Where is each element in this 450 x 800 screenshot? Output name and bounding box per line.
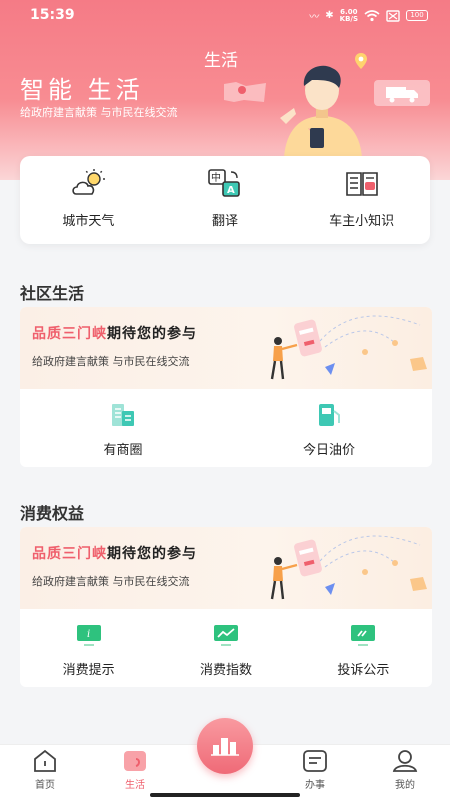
banner-illustration-icon [270,535,427,600]
quick-item-label: 车主小知识 [329,214,395,229]
svg-text:A: A [227,185,235,196]
home-icon [34,749,56,772]
community-banner[interactable]: 品质三门峡期待您的参与 给政府建言献策 与市民在线交流 [20,307,432,389]
network-speed: 6.00 KB/S [339,8,358,23]
item-label: 消费指数 [199,663,252,678]
weather-icon [72,169,106,195]
hero-subtitle: 给政府建言献策 与市民在线交流 [20,106,178,119]
nav-center-button[interactable] [197,718,253,774]
business-district-icon [112,404,134,426]
life-icon [124,751,146,771]
user-icon [392,750,418,772]
speed-unit: KB/S [339,14,358,23]
nav-affairs[interactable]: 办事 [285,749,345,791]
item-label: 投诉公示 [337,663,390,678]
banner-heading-rest: 期待您的参与 [107,546,197,562]
item-consumption-tip[interactable]: i 消费提示 [20,609,157,687]
status-time: 15:39 [30,7,75,23]
item-complaint-notice[interactable]: 投诉公示 [295,609,432,687]
consumption-index-icon [213,625,238,646]
banner-heading: 品质三门峡期待您的参与 [32,543,197,563]
quick-item-translate[interactable]: 中 A 翻译 [157,156,294,244]
consumption-tip-icon: i [76,625,101,646]
quick-item-weather[interactable]: 城市天气 [20,156,157,244]
community-items: 有商圈 今日油价 [20,389,432,467]
nav-mine[interactable]: 我的 [375,749,435,791]
item-business-district[interactable]: 有商圈 [20,389,226,467]
complaint-notice-icon [351,625,376,646]
sim-icon [386,9,400,22]
bluetooth-icon: ✱ [325,10,334,21]
consumer-panel: 品质三门峡期待您的参与 给政府建言献策 与市民在线交流 i 消费提示 消费指数 … [20,527,432,687]
car-knowledge-icon [345,172,378,196]
nav-life[interactable]: 生活 [105,749,165,791]
section-title-consumer: 消费权益 [20,504,85,523]
item-label: 消费提示 [62,663,115,678]
home-indicator [150,793,300,797]
hero-tag: 生活 [204,51,238,71]
banner-heading: 品质三门峡期待您的参与 [32,323,197,343]
wifi-icon [364,9,380,21]
hero-title: 智能 生活 [20,76,144,104]
battery-icon: 100 [406,10,428,21]
fuel-price-icon [319,404,340,426]
svg-text:i: i [87,629,90,640]
nav-label: 首页 [35,780,55,791]
consumer-banner[interactable]: 品质三门峡期待您的参与 给政府建言献策 与市民在线交流 [20,527,432,609]
header-banner: 15:39 〰 ✱ 6.00 KB/S 100 智能 生活 给政府建言献策 与市… [0,0,450,180]
city-buildings-icon [211,738,239,756]
banner-highlight: 品质三门峡 [32,546,107,562]
community-panel: 品质三门峡期待您的参与 给政府建言献策 与市民在线交流 有商圈 今日油价 [20,307,432,467]
quick-item-label: 城市天气 [62,214,115,229]
affairs-icon [303,750,327,772]
quick-item-label: 翻译 [212,214,239,229]
person-illustration-icon [280,65,362,158]
banner-subtitle: 给政府建言献策 与市民在线交流 [32,575,190,588]
section-title-community: 社区生活 [20,284,85,303]
nav-label: 生活 [125,780,145,791]
nav-label: 办事 [305,780,325,791]
translate-icon: 中 A [208,169,240,197]
banner-subtitle: 给政府建言献策 与市民在线交流 [32,355,190,368]
status-icons: 〰 ✱ 6.00 KB/S 100 [309,8,428,23]
item-fuel-price[interactable]: 今日油价 [226,389,432,467]
item-label: 今日油价 [302,443,355,458]
status-bar: 15:39 〰 ✱ 6.00 KB/S 100 [0,0,450,32]
vibrate-icon: 〰 [309,12,320,23]
consumer-items: i 消费提示 消费指数 投诉公示 [20,609,432,687]
item-label: 有商圈 [103,443,143,458]
quick-item-car-knowledge[interactable]: 车主小知识 [293,156,430,244]
nav-label: 我的 [395,780,415,791]
banner-highlight: 品质三门峡 [32,326,107,342]
quick-actions-card: 城市天气 中 A 翻译 车主小知识 [20,156,430,244]
item-consumption-index[interactable]: 消费指数 [157,609,294,687]
svg-text:中: 中 [211,171,221,184]
banner-heading-rest: 期待您的参与 [107,326,197,342]
truck-illustration-icon [374,80,430,106]
nav-home[interactable]: 首页 [15,749,75,791]
banner-illustration-icon [270,315,427,380]
map-illustration-icon [224,82,266,102]
